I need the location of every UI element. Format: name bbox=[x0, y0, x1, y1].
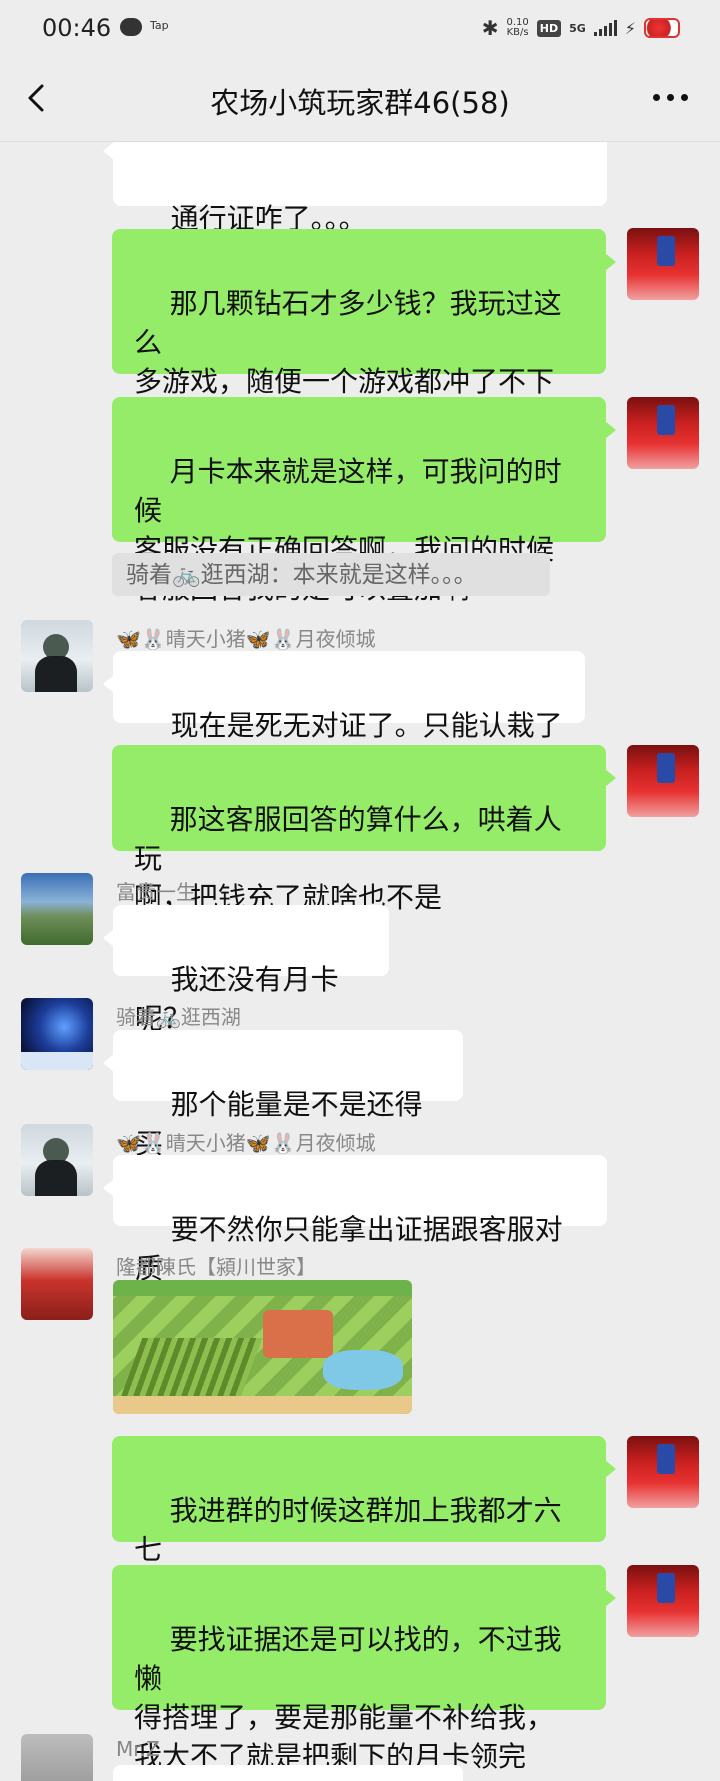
farm-field-shape bbox=[119, 1338, 263, 1400]
image-message-farm-screenshot[interactable] bbox=[113, 1280, 412, 1414]
message-text: 要找证据还是可以找的，不过我懒 得搭理了，要是那能量不补给我， 我大不了就是把剩… bbox=[134, 1623, 562, 1773]
my-avatar[interactable] bbox=[627, 228, 699, 300]
sender-name: Mr.Z bbox=[116, 1737, 160, 1761]
chat-area[interactable]: 通行证咋了。。。 那几颗钻石才多少钱？我玩过这么 多游戏，随便一个游戏都冲了不下… bbox=[0, 0, 720, 1781]
message-bubble[interactable]: 要不然你只能拿出证据跟客服对质 bbox=[103, 1155, 607, 1285]
more-options-icon[interactable] bbox=[650, 84, 690, 110]
status-bar: 00:46 Tap ✱ 0.10 KB/s HD 5G ⚡ bbox=[0, 0, 720, 56]
sender-avatar[interactable] bbox=[21, 1248, 93, 1320]
sender-name: 🦋🐰晴天小猪🦋🐰月夜倾城 bbox=[116, 627, 376, 651]
message-bubble[interactable]: 我还没有月卡呢？ bbox=[103, 905, 389, 1035]
message-text: 那这客服回答的算什么，哄着人玩 啊，把钱充了就啥也不是 bbox=[134, 803, 562, 914]
chat-header: 农场小筑玩家群46(58) bbox=[0, 56, 720, 142]
my-avatar[interactable] bbox=[627, 1436, 699, 1508]
sender-name: 富贵一生 bbox=[116, 880, 196, 904]
network-speed: 0.10 KB/s bbox=[506, 18, 528, 38]
sender-name: 🦋🐰晴天小猪🦋🐰月夜倾城 bbox=[116, 1131, 376, 1155]
message-bubble[interactable]: 月卡本来就是这样，可我问的时候 客服没有正确回答啊，我问的时候 客服回答我的是可… bbox=[112, 397, 616, 605]
message-bubble[interactable]: 现在是死无对证了。只能认栽了 bbox=[103, 651, 585, 742]
speed-unit: KB/s bbox=[506, 27, 529, 38]
bluetooth-icon: ✱ bbox=[481, 16, 499, 40]
message-text: 现在是死无对证了。只能认栽了 bbox=[170, 709, 563, 742]
sender-avatar[interactable] bbox=[21, 1124, 93, 1196]
quote-text: 骑着🚲逛西湖：本来就是这样。。。 bbox=[126, 562, 477, 588]
sender-avatar[interactable] bbox=[21, 873, 93, 945]
message-bubble[interactable]: 那几颗钻石才多少钱？我玩过这么 多游戏，随便一个游戏都冲了不下 三百 bbox=[112, 229, 616, 437]
my-avatar[interactable] bbox=[627, 1565, 699, 1637]
chat-title: 农场小筑玩家群46(58) bbox=[210, 86, 510, 120]
clock: 00:46 bbox=[42, 14, 112, 42]
my-avatar[interactable] bbox=[627, 745, 699, 817]
message-bubble[interactable]: 要找证据还是可以找的，不过我懒 得搭理了，要是那能量不补给我， 我大不了就是把剩… bbox=[112, 1565, 616, 1773]
sender-name: 骑着🚲逛西湖 bbox=[116, 1005, 241, 1029]
game-toolbar-shape bbox=[113, 1396, 412, 1414]
sender-avatar[interactable] bbox=[21, 1734, 93, 1781]
sender-avatar[interactable] bbox=[21, 998, 93, 1070]
message-bubble[interactable]: 我进群的时候这群加上我都才六七 个人 bbox=[112, 1436, 616, 1605]
quoted-reply[interactable]: 骑着🚲逛西湖：本来就是这样。。。 bbox=[112, 553, 550, 596]
my-avatar[interactable] bbox=[627, 397, 699, 469]
hd-badge: HD bbox=[536, 19, 562, 37]
charging-icon: ⚡ bbox=[624, 18, 636, 38]
message-bubble-partial[interactable] bbox=[113, 1765, 463, 1781]
sender-name: 隆都陳氏【潁川世家】 bbox=[116, 1255, 316, 1279]
sender-avatar[interactable] bbox=[21, 620, 93, 692]
farm-pond-shape bbox=[323, 1350, 403, 1390]
signal-icon bbox=[593, 20, 617, 36]
tap-label: Tap bbox=[150, 19, 169, 32]
battery-icon bbox=[644, 18, 680, 38]
farm-house-shape bbox=[263, 1310, 333, 1358]
message-bubble[interactable]: 那这客服回答的算什么，哄着人玩 啊，把钱充了就啥也不是 bbox=[112, 745, 616, 914]
network-type: 5G bbox=[569, 21, 586, 35]
chat-notification-icon bbox=[120, 18, 142, 36]
status-icons: ✱ 0.10 KB/s HD 5G ⚡ bbox=[482, 16, 680, 40]
message-bubble[interactable]: 那个能量是不是还得买 bbox=[103, 1030, 463, 1160]
